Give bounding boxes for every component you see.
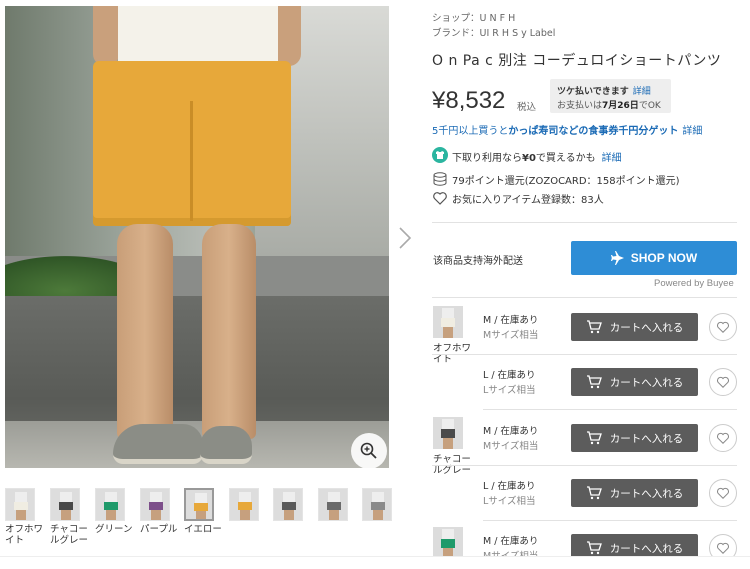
powered-by-buyee: Powered by Buyee [654,278,734,289]
heart-icon [717,432,729,444]
favorites-text: お気に入りアイテム登録数：83人 [452,195,604,206]
cart-icon [586,375,602,389]
variant-size-equivalent: Lサイズ相当 [483,385,536,396]
cart-icon [586,320,602,334]
thumbnail-color-label: パープル [140,524,178,535]
add-to-cart-label: カートへ入れる [609,487,684,500]
shirt-icon [432,147,448,163]
variant-thumbnail[interactable] [433,527,463,559]
product-thumbnail[interactable] [184,488,214,521]
divider [432,354,737,355]
thumbnail-color-label: チャコールグレー [50,524,89,546]
divider [432,222,737,223]
bottom-bar [0,556,750,569]
variant-size-stock: L / 在庫あり [483,370,536,381]
add-to-cart-label: カートへ入れる [609,376,684,389]
heart-icon [717,542,729,554]
product-main-image[interactable] [5,6,389,468]
add-to-cart-button[interactable]: カートへ入れる [571,479,698,507]
variant-size-stock: M / 在庫あり [483,536,539,547]
add-to-cart-label: カートへ入れる [609,432,684,445]
divider [483,520,737,521]
product-thumbnail[interactable] [50,488,80,521]
divider [432,465,737,466]
favorite-button[interactable] [709,313,737,341]
zoom-in-icon[interactable] [351,433,387,468]
price: ¥8,532 [432,87,506,114]
product-thumbnail[interactable] [362,488,392,521]
add-to-cart-button[interactable]: カートへ入れる [571,424,698,452]
product-title: O n Pa c 別注 コーデュロイショートパンツ [432,53,722,69]
variant-size-stock: M / 在庫あり [483,426,539,437]
chevron-right-icon[interactable] [396,226,414,250]
heart-icon [717,487,729,499]
divider [483,409,737,410]
brand-line: ブランド：UI R H S y Label [432,28,556,39]
favorite-button[interactable] [709,479,737,507]
shop-line: ショップ：U N F H [432,13,516,24]
thumbnail-color-label: グリーン [95,524,133,535]
thumbnail-color-label: イエロー [184,524,222,535]
tooltip-detail-link[interactable]: 詳細 [633,87,651,97]
add-to-cart-label: カートへ入れる [609,321,684,334]
deferred-payment-tooltip: ツケ払いできます 詳細 お支払いは7月26日でOK [550,79,671,113]
tax-label: 税込 [517,102,537,113]
product-thumbnail[interactable] [229,488,259,521]
divider [432,297,737,298]
points-text: 79ポイント還元(ZOZOCARD：158ポイント還元) [452,176,680,187]
variant-size-stock: L / 在庫あり [483,481,536,492]
variant-size-equivalent: Lサイズ相当 [483,496,536,507]
product-thumbnail[interactable] [140,488,170,521]
add-to-cart-button[interactable]: カートへ入れる [571,368,698,396]
variant-size-equivalent: Mサイズ相当 [483,330,539,341]
variant-size-equivalent: Mサイズ相当 [483,441,539,452]
add-to-cart-label: カートへ入れる [609,542,684,555]
cart-icon [586,431,602,445]
overseas-shipping-text: 该商品支持海外配送 [433,256,523,267]
trade-in-detail-link[interactable]: 詳細 [602,153,622,164]
product-thumbnail[interactable] [273,488,303,521]
variant-size-stock: M / 在庫あり [483,315,539,326]
promo-detail-link[interactable]: 詳細 [682,126,702,137]
brand-name[interactable]: UI R H S y Label [480,28,556,39]
heart-icon [717,376,729,388]
cart-icon [586,486,602,500]
product-thumbnail[interactable] [5,488,35,521]
favorite-button[interactable] [709,424,737,452]
cart-icon [586,541,602,555]
product-thumbnail[interactable] [318,488,348,521]
shop-now-button[interactable]: SHOP NOW [571,241,737,275]
heart-icon[interactable] [432,190,448,206]
thumbnail-color-label: オフホワイト [5,524,44,546]
variant-thumbnail[interactable] [433,417,463,449]
trade-in-text: 下取り利用なら¥0で買えるかも 詳細 [452,153,622,164]
promo-banner[interactable]: 5千円以上買うとかっぱ寿司などの食事券千円分ゲット 詳細 [432,122,702,137]
add-to-cart-button[interactable]: カートへ入れる [571,313,698,341]
variant-thumbnail[interactable] [433,306,463,338]
shop-name[interactable]: U N F H [480,13,516,24]
coins-icon [432,171,448,187]
airplane-icon [610,251,624,265]
heart-icon [717,321,729,333]
favorite-button[interactable] [709,368,737,396]
product-thumbnail[interactable] [95,488,125,521]
